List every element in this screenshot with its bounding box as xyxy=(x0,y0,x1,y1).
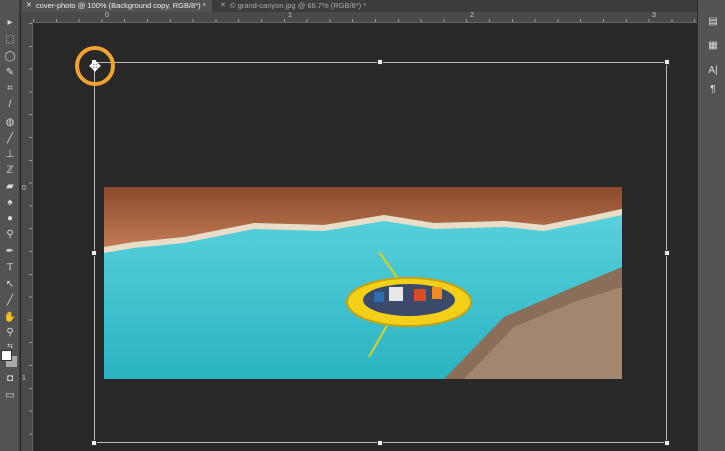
foreground-color-swatch[interactable] xyxy=(1,350,12,361)
character-panel-icon[interactable]: A| xyxy=(706,65,720,79)
move-tool-icon[interactable]: ▸ xyxy=(2,16,18,30)
tab-grand-canyon[interactable]: ✕ © grand-canyon.jpg @ 66.7% (RGB/8*) * xyxy=(216,0,396,12)
toolbar: ▸ ⬚ ◯ ✎ ⌗ / ◍ ╱ ⊥ ℤ ▰ ♠ ● ⚲ ✒ T ↖ ╱ ✋ ⚲ … xyxy=(0,0,20,451)
type-tool-icon[interactable]: T xyxy=(2,261,18,275)
transform-handle-right[interactable] xyxy=(664,250,670,256)
properties-panel-icon[interactable]: ▦ xyxy=(706,40,720,54)
clone-stamp-tool-icon[interactable]: ⊥ xyxy=(2,148,18,162)
close-icon[interactable]: ✕ xyxy=(26,0,32,12)
path-selection-tool-icon[interactable]: ↖ xyxy=(2,278,18,292)
dodge-tool-icon[interactable]: ⚲ xyxy=(2,228,18,242)
crop-tool-icon[interactable]: ⌗ xyxy=(2,82,18,96)
transform-handle-left[interactable] xyxy=(91,250,97,256)
history-brush-tool-icon[interactable]: ℤ xyxy=(2,164,18,178)
quick-mask-icon[interactable]: ◘ xyxy=(2,372,18,386)
ruler-label: 0 xyxy=(105,12,109,19)
tab-label: cover-photo @ 100% (Background copy, RGB… xyxy=(36,1,206,10)
ruler-label: 0 xyxy=(22,185,26,192)
eraser-tool-icon[interactable]: ▰ xyxy=(2,180,18,194)
reference-point-icon[interactable]: ✥ xyxy=(86,57,104,75)
transform-handle-bottom[interactable] xyxy=(377,440,383,446)
hand-tool-icon[interactable]: ✋ xyxy=(2,311,18,325)
horizontal-ruler[interactable]: 0 1 2 3 xyxy=(33,12,697,23)
zoom-tool-icon[interactable]: ⚲ xyxy=(2,326,18,340)
document-tabs: ✕ cover-photo @ 100% (Background copy, RG… xyxy=(20,0,697,12)
eyedropper-tool-icon[interactable]: / xyxy=(2,98,18,112)
transform-handle-top-right[interactable] xyxy=(664,59,670,65)
history-panel-icon[interactable]: ▤ xyxy=(706,16,720,30)
tab-cover-photo[interactable]: ✕ cover-photo @ 100% (Background copy, RG… xyxy=(22,0,212,12)
brush-tool-icon[interactable]: ╱ xyxy=(2,132,18,146)
ruler-origin[interactable] xyxy=(21,12,33,23)
transform-handle-bottom-right[interactable] xyxy=(664,440,670,446)
paint-bucket-tool-icon[interactable]: ♠ xyxy=(2,196,18,210)
ruler-label: 1 xyxy=(288,12,292,19)
ruler-label: 3 xyxy=(652,12,656,19)
panel-dock: ▤ ▦ A| ¶ xyxy=(697,0,725,451)
lasso-tool-icon[interactable]: ◯ xyxy=(2,50,18,64)
transform-handle-top[interactable] xyxy=(377,59,383,65)
close-icon[interactable]: ✕ xyxy=(220,0,226,12)
ruler-label: 2 xyxy=(470,12,474,19)
tab-label: © grand-canyon.jpg @ 66.7% (RGB/8*) * xyxy=(230,1,367,10)
vertical-ruler[interactable]: 0 1 xyxy=(21,23,33,451)
transform-bounding-box[interactable] xyxy=(94,62,667,443)
transform-handle-bottom-left[interactable] xyxy=(91,440,97,446)
line-tool-icon[interactable]: ╱ xyxy=(2,294,18,308)
quick-selection-tool-icon[interactable]: ✎ xyxy=(2,66,18,80)
blur-tool-icon[interactable]: ● xyxy=(2,212,18,226)
pen-tool-icon[interactable]: ✒ xyxy=(2,245,18,259)
paragraph-panel-icon[interactable]: ¶ xyxy=(706,84,720,98)
healing-brush-tool-icon[interactable]: ◍ xyxy=(2,116,18,130)
ruler-label: 1 xyxy=(22,375,26,382)
marquee-tool-icon[interactable]: ⬚ xyxy=(2,33,18,47)
screen-mode-icon[interactable]: ▭ xyxy=(2,389,18,403)
